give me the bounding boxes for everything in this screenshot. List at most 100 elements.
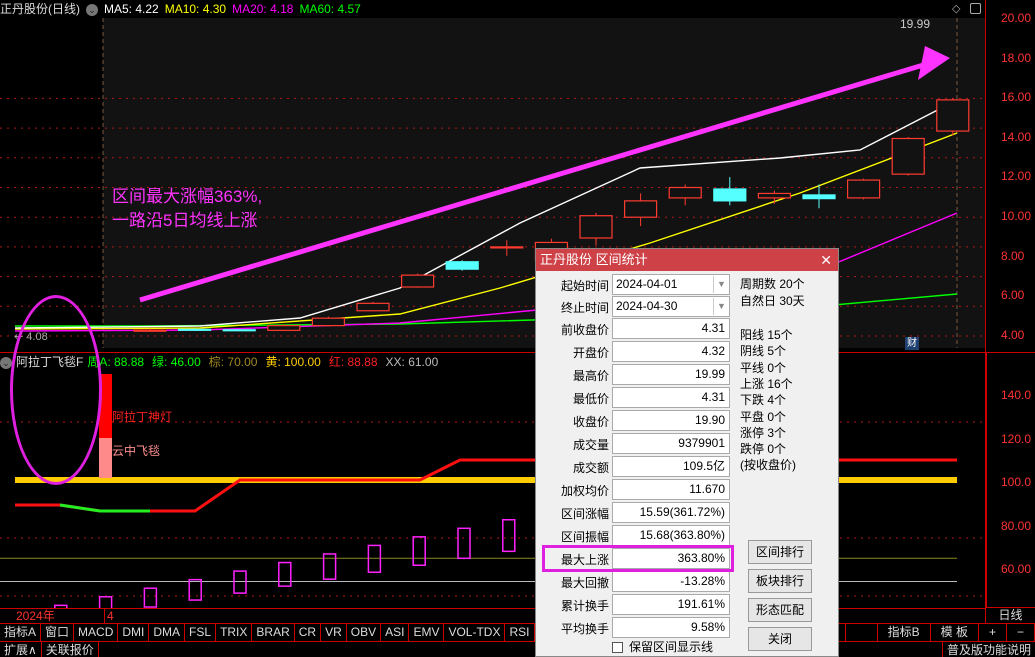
indicator-box xyxy=(367,544,382,573)
price-tick: 4.00 xyxy=(1001,327,1025,342)
indicator-tabbar: 指标A 窗口 MACD DMI DMA FSL TRIX BRAR CR VR OBV ASI EMV V… xyxy=(0,623,1035,641)
ma-value-3: MA60: 4.57 xyxy=(299,2,361,16)
stat-value: 4.31 xyxy=(612,387,730,408)
stat-value: 15.68(363.80%) xyxy=(612,525,730,546)
indicator-tick: 60.00 xyxy=(1001,562,1032,576)
high-price-label: 19.99 xyxy=(900,17,931,31)
max-rise-highlight xyxy=(542,545,734,572)
tab-6[interactable]: TRIX xyxy=(216,624,253,641)
dropdown-arrow-icon[interactable]: ▼ xyxy=(713,276,729,293)
chevron-down-icon[interactable]: ⌄ xyxy=(86,3,98,16)
tab-2[interactable]: MACD xyxy=(74,624,119,641)
tab-1[interactable]: 窗口 xyxy=(41,624,75,641)
tab-12[interactable]: EMV xyxy=(409,624,445,641)
annotation-line-2: 一路沿5日均线上涨 xyxy=(112,211,258,230)
indicator-value-1: 绿: 46.00 xyxy=(152,355,201,369)
keep-range-line-checkbox[interactable]: 保留区间显示线 xyxy=(612,638,713,655)
tab-5[interactable]: FSL xyxy=(185,624,217,641)
stat-row: 开盘价 4.32 xyxy=(536,341,736,362)
ma-value-0: MA5: 4.22 xyxy=(104,2,159,16)
indicator-box xyxy=(143,587,158,608)
candle-stat: (按收盘价) xyxy=(740,458,796,473)
stat-row: 成交额 109.5亿 xyxy=(536,456,736,477)
candle xyxy=(846,178,881,200)
tab-0[interactable]: 指标A xyxy=(0,624,42,641)
tab-10[interactable]: OBV xyxy=(347,624,382,641)
candle-stat: 平线 0个 xyxy=(740,360,787,375)
stat-row: 前收盘价 4.31 xyxy=(536,318,736,339)
tab-3[interactable]: DMI xyxy=(118,624,150,641)
end-date-select[interactable]: 2024-04-30 ▼ xyxy=(612,296,730,317)
finance-badge[interactable]: 财 xyxy=(905,337,919,350)
price-tick: 14.00 xyxy=(1001,129,1032,144)
stat-value: 15.59(361.72%) xyxy=(612,502,730,523)
stat-row: 加权均价 11.670 xyxy=(536,479,736,500)
tab-right-1[interactable] xyxy=(846,624,878,641)
stat-label: 加权均价 xyxy=(560,484,609,498)
tab-11[interactable]: ASI xyxy=(381,624,410,641)
period-label[interactable]: 日线 xyxy=(985,608,1035,623)
ext-tab-1[interactable]: 关联报价 xyxy=(42,642,99,657)
start-date-select[interactable]: 2024-04-01 ▼ xyxy=(612,274,730,295)
stat-value: 11.670 xyxy=(612,479,730,500)
price-tick: 6.00 xyxy=(1001,288,1025,303)
tab-9[interactable]: VR xyxy=(321,624,347,641)
candle xyxy=(668,184,702,206)
tab-8[interactable]: CR xyxy=(295,624,322,641)
tab-right-2[interactable]: 指标B xyxy=(878,624,931,641)
panel-toggle-icon[interactable] xyxy=(970,3,981,14)
candle xyxy=(936,98,970,136)
dialog-button-2[interactable]: 形态匹配 xyxy=(748,598,812,622)
ma-value-1: MA10: 4.30 xyxy=(164,2,227,16)
date-year: 2024年 xyxy=(16,609,55,623)
candle xyxy=(713,177,747,206)
chart-header: 正丹股份(日线) ⌄ MA5: 4.22 MA10: 4.30 MA20: 4.18 MA… xyxy=(0,0,985,18)
dropdown-arrow-icon[interactable]: ▼ xyxy=(713,298,729,315)
dialog-button-3[interactable]: 关闭 xyxy=(748,627,812,651)
checkbox-box[interactable] xyxy=(612,642,623,654)
chevron-down-icon[interactable]: ⌄ xyxy=(0,356,12,369)
tab-14[interactable]: RSI xyxy=(505,624,535,641)
tab-4[interactable]: DMA xyxy=(149,624,186,641)
stat-value: 9.58% xyxy=(612,617,730,638)
indicator-box xyxy=(233,570,247,594)
feature-help-link[interactable]: 普及版功能说明 xyxy=(941,642,1035,657)
tab-right-3[interactable]: 模 板 xyxy=(931,624,979,641)
indicator-tick: 120.0 xyxy=(1001,431,1032,446)
stat-label: 收盘价 xyxy=(572,415,609,429)
candle xyxy=(356,301,390,312)
tab-right-4[interactable]: + xyxy=(979,624,1007,641)
candle xyxy=(133,328,167,332)
diamond-icon[interactable]: ◇ xyxy=(952,2,960,15)
stat-label: 平均换手 xyxy=(560,622,609,636)
tab-right-5[interactable]: − xyxy=(1007,624,1035,641)
stat-value: 9379901 xyxy=(612,433,730,454)
close-icon[interactable]: ✕ xyxy=(820,249,832,271)
stock-chart-window: 区间最大涨幅363%, 一路沿5日均线上涨 19.99 ⇠ 4.08 财 正丹股… xyxy=(0,0,1035,657)
stat-row: 成交量 9379901 xyxy=(536,433,736,454)
date-month: 4 xyxy=(104,609,114,623)
stat-value: 4.32 xyxy=(612,341,730,362)
start-time-row: 起始时间 2024-04-01 ▼ xyxy=(536,274,736,295)
stat-label: 成交量 xyxy=(572,438,609,452)
ext-tab-0[interactable]: 扩展∧ xyxy=(0,642,42,657)
tab-7[interactable]: BRAR xyxy=(252,624,295,641)
stat-row: 区间涨幅 15.59(361.72%) xyxy=(536,502,736,523)
stat-value: 19.90 xyxy=(612,410,730,431)
carpet-signal-bar xyxy=(99,438,112,478)
stat-label: 区间振幅 xyxy=(560,530,609,544)
dialog-button-1[interactable]: 板块排行 xyxy=(748,569,812,593)
dialog-titlebar[interactable]: 正丹股份 区间统计 ✕ xyxy=(536,249,838,271)
stat-value: 191.61% xyxy=(612,594,730,615)
annotation-text: 区间最大涨幅363%, 一路沿5日均线上涨 xyxy=(112,185,262,233)
dialog-button-0[interactable]: 区间排行 xyxy=(748,540,812,564)
indicator-value-2: 棕: 70.00 xyxy=(208,355,258,369)
indicator-box xyxy=(98,596,113,608)
candle xyxy=(267,324,301,331)
stat-label: 最大回撤 xyxy=(560,576,609,590)
indicator-value-5: XX: 61.00 xyxy=(385,355,439,369)
candle xyxy=(401,273,435,288)
extension-tabbar: 扩展∧ 关联报价 普及版功能说明 xyxy=(0,641,1035,657)
tab-13[interactable]: VOL-TDX xyxy=(444,624,506,641)
price-tick: 16.00 xyxy=(1001,90,1032,105)
